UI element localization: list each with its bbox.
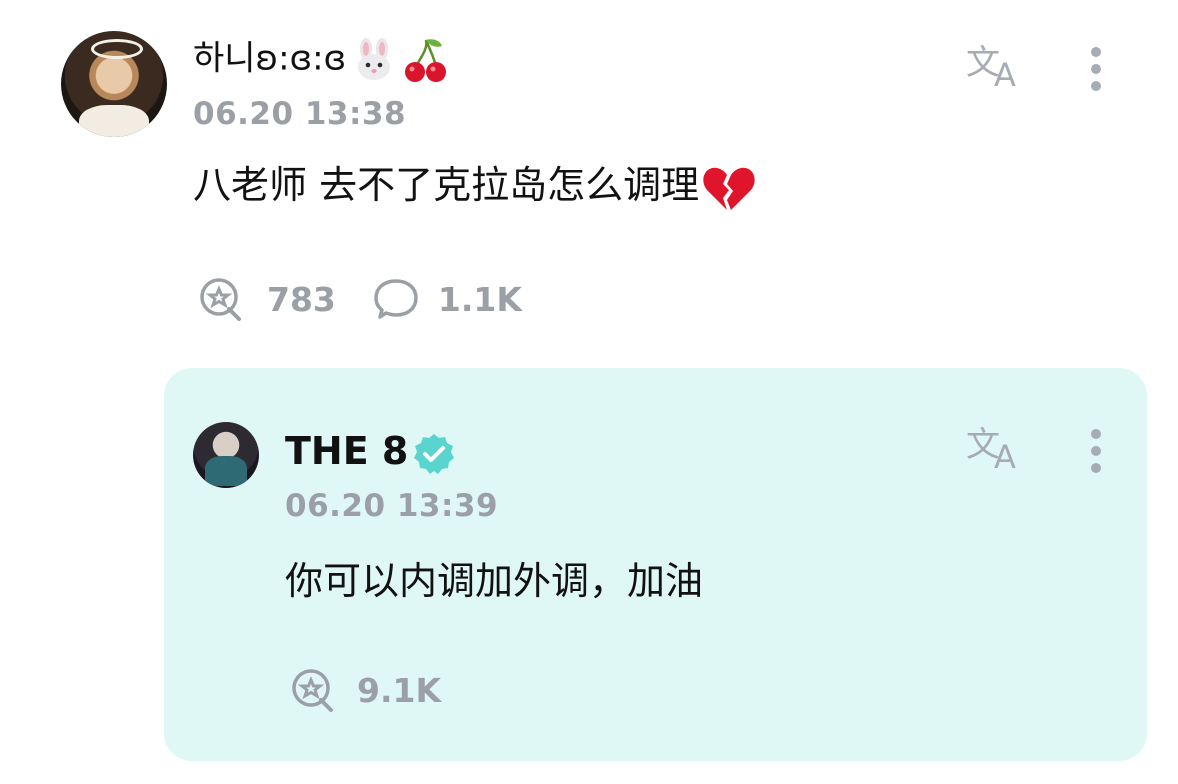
post-content: 八老师 去不了克拉岛怎么调理 [193,159,757,212]
broken-heart-icon [701,164,757,212]
cherries-icon [402,36,450,84]
translate-icon[interactable]: 文 A [964,40,1026,94]
comment-icon[interactable] [372,277,422,321]
more-options-icon[interactable] [1086,42,1106,94]
post-stats: 783 1.1K [193,277,522,321]
post-username[interactable]: 하니ʚ:ɞ:ɞ [193,39,346,79]
like-icon[interactable] [193,277,247,321]
reply-translate-icon[interactable]: 文 A [964,422,1026,476]
verified-badge-icon [412,432,456,476]
post-timestamp: 06.20 13:38 [193,96,407,132]
reply-avatar[interactable] [193,422,259,488]
post-content-text: 八老师 去不了克拉岛怎么调理 [193,163,700,207]
reply-like-count: 9.1K [357,670,442,710]
post-username-row[interactable]: 하니ʚ:ɞ:ɞ [193,36,450,84]
main-post: 하니ʚ:ɞ:ɞ 06.20 13:38 八老师 去不了克拉岛怎么调理 783 1… [0,0,1178,360]
reply-username[interactable]: THE 8 [285,429,408,473]
like-count: 783 [267,279,336,319]
reply-more-options-icon[interactable] [1086,424,1106,476]
rabbit-face-icon [352,38,396,82]
reply-like-icon[interactable] [285,668,339,712]
reply-timestamp: 06.20 13:39 [285,488,499,524]
reply-content: 你可以内调加外调，加油 [285,559,704,603]
svg-text:A: A [994,438,1016,474]
comment-count: 1.1K [437,279,522,319]
svg-text:A: A [994,56,1016,92]
user-avatar[interactable] [61,31,167,137]
reply-username-row[interactable]: THE 8 [285,426,456,476]
reply-stats: 9.1K [285,668,441,712]
reply-card: THE 8 06.20 13:39 你可以内调加外调，加油 9.1K 文 A [164,368,1147,761]
